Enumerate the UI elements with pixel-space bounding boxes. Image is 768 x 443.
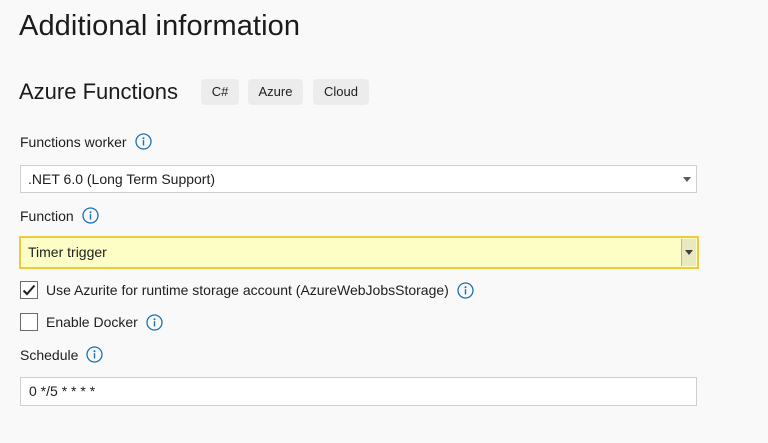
function-selected-value: Timer trigger [28, 244, 107, 260]
tag-csharp: C# [201, 79, 239, 105]
azurite-checkbox-label[interactable]: Use Azurite for runtime storage account … [46, 282, 449, 298]
info-icon[interactable] [146, 313, 163, 331]
function-label: Function [20, 207, 74, 224]
function-label-row: Function [20, 207, 99, 224]
functions-worker-label: Functions worker [20, 133, 127, 150]
schedule-input[interactable]: 0 */5 * * * * [20, 377, 697, 406]
functions-worker-dropdown[interactable]: .NET 6.0 (Long Term Support) [20, 165, 697, 193]
info-icon[interactable] [82, 207, 99, 224]
docker-checkbox-label[interactable]: Enable Docker [46, 314, 138, 330]
additional-information-page: Additional information Azure Functions C… [0, 0, 768, 443]
checkmark-icon [22, 284, 36, 296]
azurite-checkbox[interactable] [20, 281, 38, 299]
docker-option-row: Enable Docker [20, 313, 163, 331]
functions-worker-selected-value: .NET 6.0 (Long Term Support) [28, 171, 216, 187]
info-icon[interactable] [86, 346, 104, 363]
caret-down-icon[interactable] [678, 166, 696, 192]
schedule-label: Schedule [20, 346, 79, 363]
docker-checkbox[interactable] [20, 313, 38, 331]
functions-worker-label-row: Functions worker [20, 133, 152, 150]
azurite-option-row: Use Azurite for runtime storage account … [20, 281, 474, 299]
page-title: Additional information [19, 10, 301, 42]
function-dropdown[interactable]: Timer trigger [19, 236, 699, 269]
caret-down-icon[interactable] [681, 239, 696, 266]
tag-azure: Azure [248, 79, 303, 105]
info-icon[interactable] [457, 281, 474, 299]
schedule-label-row: Schedule [20, 346, 104, 363]
template-name: Azure Functions [19, 79, 178, 104]
tag-cloud: Cloud [313, 79, 369, 105]
info-icon[interactable] [134, 133, 152, 150]
